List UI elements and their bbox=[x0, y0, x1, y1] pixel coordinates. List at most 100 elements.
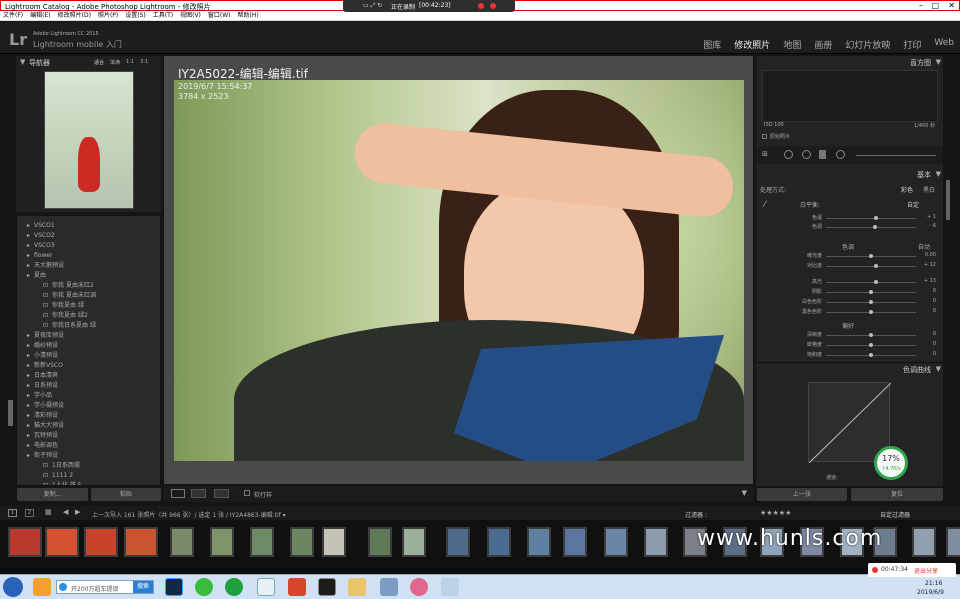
screen-2-icon[interactable]: 2 bbox=[25, 509, 34, 517]
slider-value[interactable]: 0 bbox=[918, 288, 936, 294]
module-tab[interactable]: 修改照片 bbox=[734, 38, 770, 51]
toolbar-menu-icon[interactable]: ▼ bbox=[742, 489, 747, 497]
filmstrip-thumbnail[interactable] bbox=[446, 527, 470, 557]
preset-item[interactable]: ▸ 电影调色 bbox=[17, 441, 160, 451]
slider-value[interactable]: + 13 bbox=[918, 278, 936, 284]
slider-track[interactable] bbox=[826, 264, 916, 268]
module-tab[interactable]: 幻灯片放映 bbox=[845, 38, 890, 51]
preset-item[interactable]: ▸ VSCO2 bbox=[17, 231, 160, 241]
menu-item[interactable]: 窗口(W) bbox=[208, 11, 231, 20]
main-photo[interactable] bbox=[174, 80, 744, 461]
module-tab[interactable]: 地图 bbox=[783, 38, 801, 51]
filmstrip-thumbnail[interactable] bbox=[322, 527, 346, 557]
slider-knob[interactable] bbox=[869, 300, 873, 304]
search-button[interactable]: 搜索 bbox=[133, 581, 153, 593]
filmstrip-thumbnail[interactable] bbox=[124, 527, 158, 557]
slider-knob[interactable] bbox=[869, 310, 873, 314]
collapse-icon[interactable]: ▼ bbox=[20, 58, 25, 66]
preset-item[interactable]: ▸ flower bbox=[17, 251, 160, 261]
crop-icon[interactable]: ⊞ bbox=[762, 150, 768, 158]
preset-item[interactable]: ⊡ 1111 2 bbox=[17, 471, 160, 481]
histogram-graph[interactable] bbox=[762, 70, 938, 122]
brush-slider[interactable] bbox=[856, 155, 936, 156]
back-icon[interactable]: ◀ bbox=[63, 508, 68, 516]
zoom-option[interactable]: 1:1 bbox=[126, 59, 134, 66]
custom-filter-select[interactable]: 自定过滤器 bbox=[880, 510, 910, 519]
wb-value[interactable]: 自定 bbox=[907, 200, 919, 209]
slider-value[interactable]: 0 bbox=[918, 331, 936, 337]
auto-button[interactable]: 自动 bbox=[918, 242, 930, 251]
menu-item[interactable]: 编辑(E) bbox=[30, 11, 50, 20]
explorer-icon[interactable] bbox=[441, 578, 459, 596]
tone-curve-collapse-icon[interactable]: ▼ bbox=[936, 365, 941, 373]
network-icon[interactable] bbox=[380, 578, 398, 596]
rating-filter-icon[interactable]: ★★★★★ bbox=[760, 509, 791, 517]
wechat-icon[interactable] bbox=[195, 578, 213, 596]
module-tab[interactable]: 打印 bbox=[903, 38, 921, 51]
preset-item[interactable]: ▸ VSCO1 bbox=[17, 221, 160, 231]
preset-item[interactable]: ▸ 学小摄预设 bbox=[17, 401, 160, 411]
slider-knob[interactable] bbox=[873, 216, 878, 220]
basic-collapse-icon[interactable]: ▼ bbox=[936, 170, 941, 178]
preset-item[interactable]: ▸ 天大鹅预设 bbox=[17, 261, 160, 271]
slider-knob[interactable] bbox=[869, 343, 873, 347]
preset-item[interactable]: ▸ 日系预设 bbox=[17, 381, 160, 391]
filmstrip-thumbnail[interactable] bbox=[912, 527, 936, 557]
filmstrip-thumbnail[interactable] bbox=[8, 527, 42, 557]
menu-item[interactable]: 视图(V) bbox=[180, 11, 201, 20]
minimize-icon[interactable]: – bbox=[919, 1, 923, 10]
preset-item[interactable]: ▸ 日本清爽 bbox=[17, 371, 160, 381]
right-panel-scrollbar[interactable] bbox=[946, 180, 950, 220]
module-tab[interactable]: 画册 bbox=[814, 38, 832, 51]
slider-value[interactable]: 0 bbox=[918, 341, 936, 347]
menu-item[interactable]: 设置(S) bbox=[125, 11, 146, 20]
recorder-tools-icon[interactable]: ▭ ⤢ ↻ bbox=[363, 2, 382, 10]
slider-value[interactable]: + 1 bbox=[918, 214, 936, 220]
color-option[interactable]: 彩色 bbox=[901, 185, 913, 194]
slider-value[interactable]: 0 bbox=[918, 351, 936, 357]
preset-item[interactable]: ⊡ 你我日系夏由 绿 bbox=[17, 321, 160, 331]
stop-icon[interactable] bbox=[490, 3, 496, 9]
before-after-icon[interactable] bbox=[191, 489, 206, 498]
menu-item[interactable]: 文件(F) bbox=[3, 11, 23, 20]
preset-item[interactable]: ▸ 瓦特预设 bbox=[17, 431, 160, 441]
filmstrip-thumbnail[interactable] bbox=[402, 527, 426, 557]
maximize-icon[interactable]: □ bbox=[931, 1, 939, 10]
start-button[interactable] bbox=[3, 577, 23, 597]
slider-knob[interactable] bbox=[874, 264, 879, 268]
slider-track[interactable] bbox=[826, 254, 916, 258]
preset-item[interactable]: ⊡ 1人化 雄 5 bbox=[17, 481, 160, 485]
slider-value[interactable]: 0 bbox=[918, 308, 936, 314]
tone-curve-graph[interactable] bbox=[808, 382, 892, 464]
menu-item[interactable]: 修改照片(D) bbox=[58, 11, 91, 20]
slider-track[interactable] bbox=[826, 343, 916, 347]
chat-icon[interactable] bbox=[410, 578, 428, 596]
quark-icon[interactable] bbox=[257, 578, 275, 596]
copy-button[interactable]: 复制... bbox=[17, 488, 88, 501]
slider-knob[interactable] bbox=[869, 333, 873, 337]
slider-track[interactable] bbox=[826, 333, 916, 337]
slider-value[interactable]: + 12 bbox=[918, 262, 936, 268]
filmstrip-thumbnail[interactable] bbox=[563, 527, 587, 557]
slider-knob[interactable] bbox=[869, 254, 873, 258]
paste-button[interactable]: 粘贴 bbox=[91, 488, 161, 501]
histogram-collapse-icon[interactable]: ▼ bbox=[936, 58, 941, 66]
preset-item[interactable]: ⊡ 你我夏由 绿 bbox=[17, 301, 160, 311]
grid-icon[interactable]: ▦ bbox=[45, 508, 52, 516]
preset-item[interactable]: ⊡ 你我 夏由末红2 bbox=[17, 281, 160, 291]
preset-item[interactable]: ▸ 学小品 bbox=[17, 391, 160, 401]
slider-track[interactable] bbox=[826, 216, 916, 220]
zoom-option[interactable]: 3:1 bbox=[140, 59, 148, 66]
lightroom-icon[interactable] bbox=[318, 578, 336, 596]
softproof-checkbox[interactable] bbox=[244, 490, 250, 496]
slider-track[interactable] bbox=[826, 225, 916, 229]
forward-icon[interactable]: ▶ bbox=[75, 508, 80, 516]
spot-removal-icon[interactable] bbox=[784, 150, 793, 159]
left-panel-scrollbar[interactable] bbox=[8, 400, 13, 426]
module-tab[interactable]: 图库 bbox=[703, 38, 721, 51]
slider-track[interactable] bbox=[826, 300, 916, 304]
compare-icon[interactable] bbox=[214, 489, 229, 498]
screen-1-icon[interactable]: 1 bbox=[8, 509, 17, 517]
filmstrip-thumbnail[interactable] bbox=[290, 527, 314, 557]
preset-item[interactable]: ▸ 街子预设 bbox=[17, 451, 160, 461]
